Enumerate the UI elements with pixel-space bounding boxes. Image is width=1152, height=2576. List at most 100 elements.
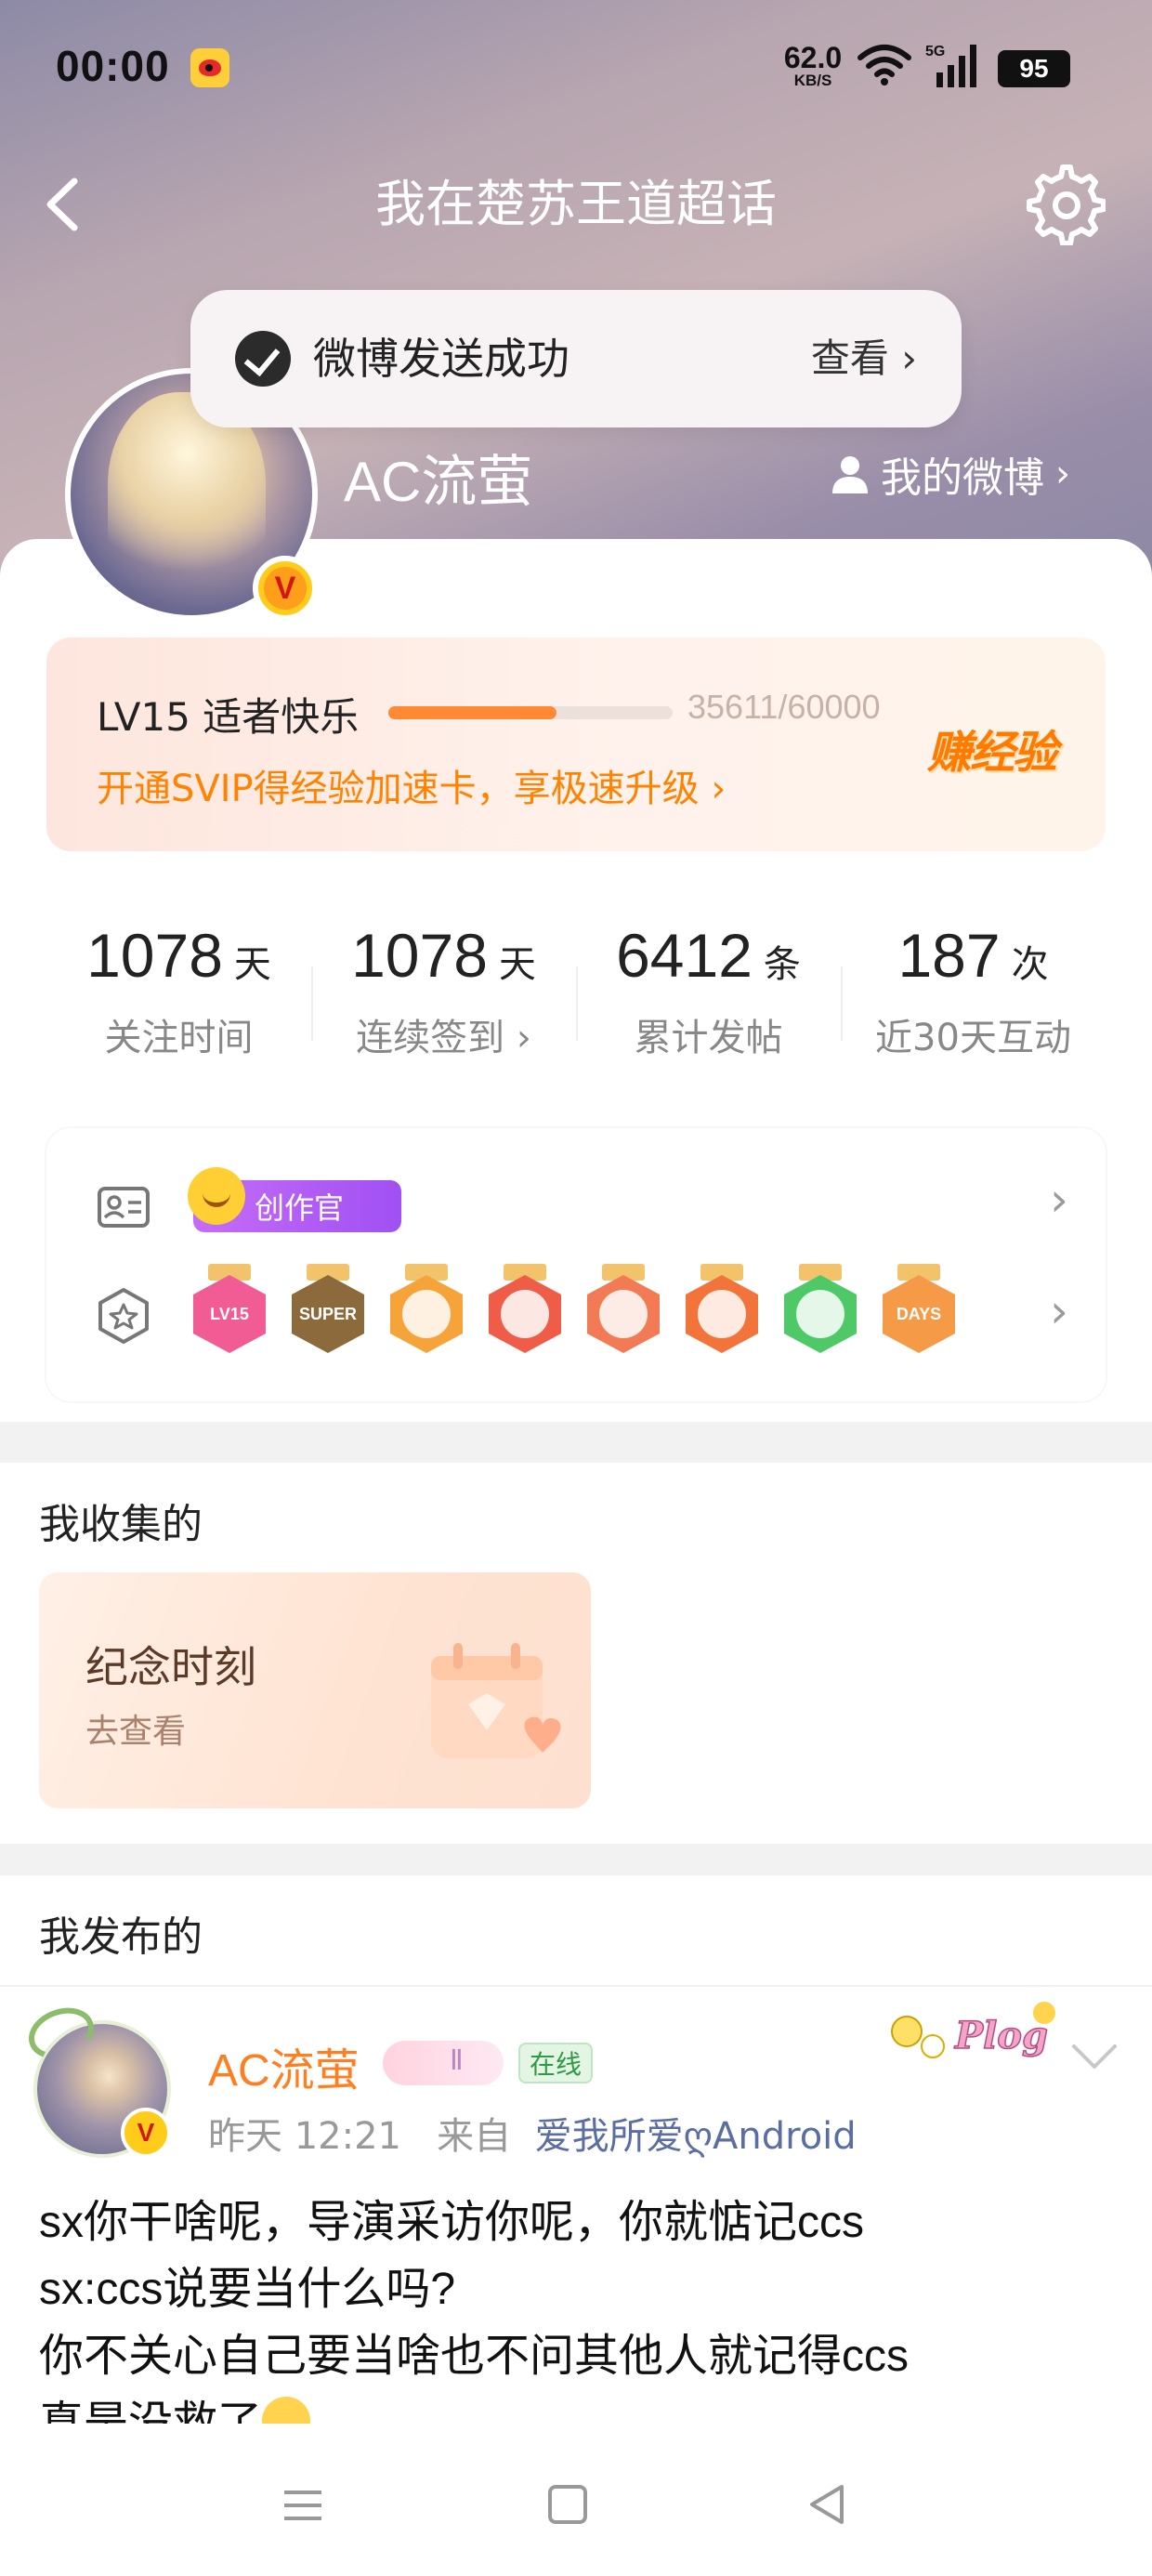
post-line: 真是没救了 <box>39 2399 263 2424</box>
level-label: LV15 适者快乐 <box>97 694 360 740</box>
medal-face <box>489 1275 561 1353</box>
wifi-icon <box>857 45 911 85</box>
medal-emblem <box>796 1290 844 1338</box>
chevron-right-icon: › <box>1055 453 1070 495</box>
medal-face <box>390 1275 463 1353</box>
toast-message: 微博发送成功 <box>313 334 569 384</box>
level-card[interactable]: LV15 适者快乐 35611/60000 开通SVIP得经验加速卡，享极速升级… <box>46 637 1106 851</box>
stat-value: 187 <box>897 921 1001 990</box>
toast-view-button[interactable]: 查看 › <box>811 331 917 387</box>
super-medal[interactable]: SUPER <box>292 1264 364 1353</box>
exp-progress-bar <box>388 706 673 719</box>
page-title: 我在楚苏王道超话 <box>375 175 777 233</box>
post-line: sx你干啥呢，导演采访你呢，你就惦记ccs <box>39 2198 865 2247</box>
cat-medal-red[interactable] <box>489 1264 561 1353</box>
stat-posts: 6412 条 累计发帖 <box>576 883 841 1069</box>
gear-icon[interactable] <box>1020 160 1106 245</box>
calendar-heart-icon <box>431 1643 561 1758</box>
creator-tag-label: 创作官 <box>255 1190 345 1226</box>
medal-face <box>686 1275 758 1353</box>
lv15-medal[interactable]: LV15 <box>193 1264 266 1353</box>
medal-list[interactable]: LV15 SUPER DAYS <box>193 1264 955 1353</box>
net-speed: 62.0 KB/S <box>779 43 847 88</box>
back-triangle-icon[interactable] <box>806 2483 847 2526</box>
home-icon[interactable] <box>548 2485 587 2524</box>
medal-emblem <box>501 1290 549 1338</box>
send-success-toast: 微博发送成功 查看 › <box>190 290 962 427</box>
post-line-last: 真是没救了 <box>39 2390 1117 2424</box>
stat-unit: 天 <box>233 943 271 986</box>
signal-icon: 5G <box>925 44 976 87</box>
stat-unit: 次 <box>1011 943 1049 986</box>
id-card-icon <box>98 1187 150 1228</box>
medal-face <box>587 1275 660 1353</box>
net-speed-value: 62.0 <box>783 41 843 74</box>
my-weibo-link[interactable]: 我的微博 › <box>829 444 1070 504</box>
exp-progress-fill <box>388 706 557 719</box>
chevron-down-icon[interactable] <box>1070 2041 1119 2072</box>
plog-text: Plog <box>954 2014 1048 2057</box>
chevron-right-icon[interactable]: › <box>1050 1284 1068 1338</box>
member-badge-icon <box>383 2041 504 2085</box>
medal-face: LV15 <box>193 1275 266 1353</box>
check-circle-icon <box>235 331 291 387</box>
earn-exp-button[interactable]: 赚经验 <box>927 716 1057 781</box>
creator-tag[interactable]: 创作官 <box>188 1167 401 1232</box>
medal-emblem <box>599 1290 648 1338</box>
medal-outline-icon <box>98 1288 149 1344</box>
chevron-right-icon[interactable]: › <box>1050 1173 1068 1227</box>
weibo-app-icon <box>190 48 229 87</box>
smiley-icon <box>188 1167 245 1225</box>
post-line: sx:ccs说要当什么吗? <box>39 2265 456 2314</box>
hand-medal[interactable] <box>784 1264 857 1353</box>
published-title: 我发布的 <box>39 1913 203 1961</box>
svip-upgrade-link[interactable]: 开通SVIP得经验加速卡，享极速升级 › <box>97 758 726 812</box>
plog-sticker-icon: Plog <box>891 2002 1055 2058</box>
exp-count: 35611/60000 <box>687 688 881 726</box>
cat-medal-orange[interactable] <box>686 1264 758 1353</box>
verified-badge-icon: V <box>253 556 318 621</box>
stat-interactions: 187 次 近30天互动 <box>841 883 1106 1069</box>
post-source[interactable]: 爱我所爱ღAndroid <box>535 2115 857 2158</box>
network-type: 5G <box>925 44 945 59</box>
verified-badge-icon: V <box>121 2108 171 2158</box>
person-icon <box>832 456 868 493</box>
stat-label: 累计发帖 <box>634 1017 783 1059</box>
net-speed-unit: KB/S <box>793 72 832 89</box>
divider <box>0 1985 1152 1987</box>
stat-value: 6412 <box>616 921 753 990</box>
stat-label: 连续签到 › <box>356 1017 531 1059</box>
post-body[interactable]: sx你干啥呢，导演采访你呢，你就惦记ccs sx:ccs说要当什么吗? 你不关心… <box>39 2189 1117 2424</box>
stat-unit: 天 <box>498 943 536 986</box>
memory-link[interactable]: 去查看 <box>85 1704 186 1753</box>
medal-text: LV15 <box>210 1304 249 1323</box>
username[interactable]: AC流萤 <box>344 437 532 518</box>
stat-checkin[interactable]: 1078 天 连续签到 › <box>311 883 576 1069</box>
menu-icon[interactable] <box>282 2487 323 2524</box>
stat-value: 1078 <box>351 921 488 990</box>
medal-text: SUPER <box>298 1304 357 1323</box>
stat-unit: 条 <box>763 943 801 986</box>
thinking-emoji-icon <box>262 2397 311 2424</box>
online-tag: 在线 <box>518 2043 594 2083</box>
post-author-name[interactable]: AC流萤 <box>208 2033 360 2098</box>
memory-title: 纪念时刻 <box>85 1642 256 1692</box>
stat-label: 近30天互动 <box>875 1017 1071 1059</box>
battery-icon: 95 <box>998 50 1070 87</box>
post-meta: 昨天 12:21 来自 爱我所爱ღAndroid <box>208 2106 857 2160</box>
badges-card: 创作官 › LV15 SUPER DAYS › <box>46 1128 1106 1401</box>
crown-medal[interactable] <box>390 1264 463 1353</box>
my-weibo-label: 我的微博 <box>881 454 1044 502</box>
medal-text: DAYS <box>896 1304 942 1323</box>
medal-emblem <box>402 1290 451 1338</box>
stat-follow-time: 1078 天 关注时间 <box>46 883 311 1069</box>
stats-row: 1078 天 关注时间 1078 天 连续签到 › 6412 条 累计发帖 187 次 … <box>46 883 1106 1069</box>
cat-medal-pink[interactable] <box>587 1264 660 1353</box>
collected-title: 我收集的 <box>39 1501 203 1548</box>
stat-label: 关注时间 <box>104 1017 254 1059</box>
post-from-label: 来自 <box>437 2115 512 2158</box>
100-days-medal[interactable]: DAYS <box>883 1264 955 1353</box>
medal-emblem <box>698 1290 746 1338</box>
post-time: 昨天 12:21 <box>208 2115 401 2158</box>
memory-card[interactable]: 纪念时刻 去查看 <box>39 1572 591 1808</box>
